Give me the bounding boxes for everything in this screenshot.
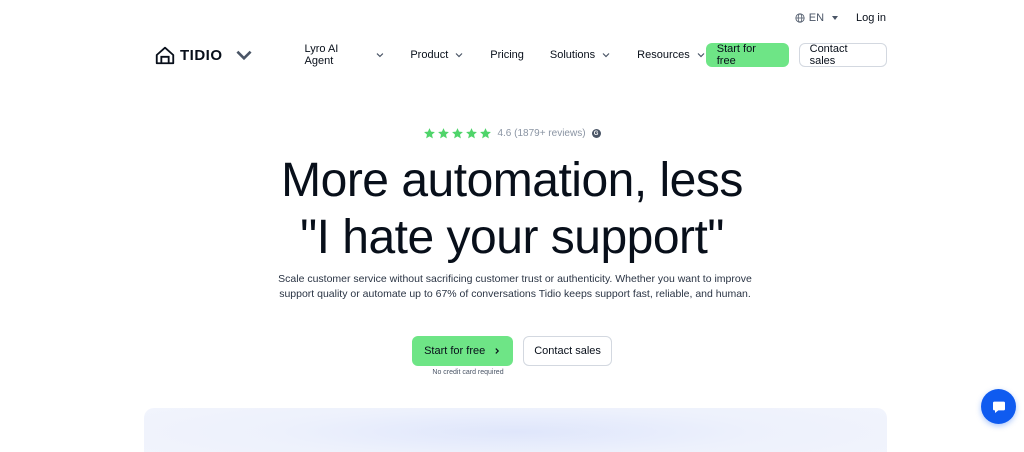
nav-item-label: Lyro AI Agent <box>304 43 339 67</box>
headline-line-2: "I hate your support" <box>300 211 724 264</box>
nav-item-resources[interactable]: Resources <box>637 49 706 61</box>
cta-primary-label: Start for free <box>424 345 486 357</box>
caret-down-icon <box>832 16 839 20</box>
rating-text: 4.6 (1879+ reviews) <box>497 128 586 139</box>
chat-widget-button[interactable] <box>981 389 1016 424</box>
rating-summary: 4.6 (1879+ reviews) G <box>0 127 1024 140</box>
star-icon <box>466 128 478 139</box>
hero-cta-group: Start for free Contact sales <box>0 336 1024 366</box>
hero-start-for-free-button[interactable]: Start for free <box>412 336 514 366</box>
brand-logo[interactable]: TIDIO <box>154 44 255 66</box>
star-icon <box>424 128 436 139</box>
g2-badge-icon: G <box>591 129 601 138</box>
chevron-down-icon <box>697 53 705 58</box>
language-selector[interactable]: EN <box>795 12 839 24</box>
no-credit-card-note: No credit card required <box>432 369 504 376</box>
language-label: EN <box>808 12 825 24</box>
start-for-free-button[interactable]: Start for free <box>705 43 789 67</box>
chevron-down-icon <box>376 53 383 58</box>
chevron-down-icon <box>602 53 610 58</box>
star-rating <box>423 127 492 140</box>
nav-item-label: Product <box>410 49 449 61</box>
tidio-logo-icon <box>155 46 175 65</box>
nav-item-label: Solutions <box>549 49 596 61</box>
hero-subtext: Scale customer service without sacrifici… <box>278 273 752 300</box>
globe-icon <box>795 13 805 23</box>
nav-item-solutions[interactable]: Solutions <box>550 49 611 61</box>
nav-menu: Lyro AI Agent Product Pricing Solutions … <box>305 43 706 67</box>
star-icon <box>452 128 464 139</box>
nav-item-pricing[interactable]: Pricing <box>490 49 524 61</box>
star-icon <box>480 128 492 139</box>
headline-line-1: More automation, less <box>281 154 743 207</box>
contact-sales-button[interactable]: Contact sales <box>798 43 887 67</box>
top-utility-bar: EN Log in <box>795 12 886 24</box>
hero-headline: More automation, less "I hate your suppo… <box>0 152 1024 266</box>
hero-preview-panel <box>144 408 887 452</box>
brand-name: TIDIO <box>180 46 223 64</box>
hero-contact-sales-button[interactable]: Contact sales <box>523 336 612 366</box>
star-icon <box>438 128 450 139</box>
chat-icon <box>992 401 1005 413</box>
nav-item-lyro-ai-agent[interactable]: Lyro AI Agent <box>305 43 385 67</box>
nav-item-product[interactable]: Product <box>410 49 464 61</box>
login-link[interactable]: Log in <box>856 12 886 24</box>
chevron-down-icon <box>455 53 463 58</box>
main-nav: TIDIO Lyro AI Agent Product Pricing Solu… <box>154 43 887 67</box>
chevron-right-icon <box>495 348 500 354</box>
nav-item-label: Pricing <box>490 49 524 61</box>
nav-actions: Start for free Contact sales <box>705 43 887 67</box>
chevron-down-icon[interactable] <box>233 44 255 66</box>
nav-item-label: Resources <box>637 49 690 61</box>
